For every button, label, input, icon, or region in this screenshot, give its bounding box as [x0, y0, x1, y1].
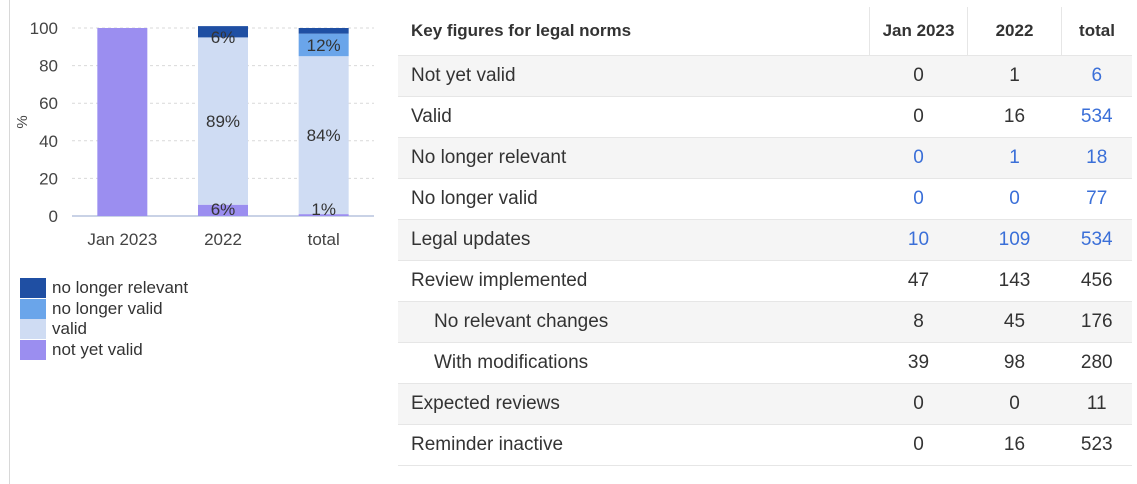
- y-axis-label: %: [14, 115, 31, 128]
- value-link[interactable]: 534: [1061, 219, 1132, 261]
- table-row: Not yet valid 0 1 6: [398, 55, 1132, 97]
- y-tick-label: 40: [39, 132, 58, 151]
- value-cell: 143: [967, 260, 1062, 302]
- row-label: Legal updates: [398, 219, 870, 261]
- legend-swatch: [20, 278, 46, 299]
- y-tick-label: 60: [39, 94, 58, 113]
- value-link[interactable]: 0: [869, 178, 968, 220]
- table-row: Expected reviews 0 0 11: [398, 383, 1132, 425]
- legend-item[interactable]: not yet valid: [20, 339, 188, 361]
- table-header-row: Key figures for legal norms Jan 2023 202…: [398, 7, 1132, 56]
- column-header-total: total: [1061, 7, 1132, 56]
- bar-segment: [97, 28, 148, 216]
- value-cell: 0: [967, 383, 1062, 425]
- x-tick-label: total: [308, 230, 340, 249]
- table-row: No longer relevant 0 1 18: [398, 137, 1132, 179]
- legend-label: no longer valid: [52, 298, 163, 318]
- row-label: Expected reviews: [398, 383, 870, 425]
- table-row: Reminder inactive 0 16 523: [398, 424, 1132, 466]
- value-cell: 523: [1061, 424, 1132, 466]
- row-label: Not yet valid: [398, 55, 870, 97]
- value-cell: 0: [869, 96, 968, 138]
- row-label: With modifications: [398, 342, 870, 384]
- column-header-2022: 2022: [967, 7, 1062, 56]
- x-tick-label: Jan 2023: [87, 230, 157, 249]
- table-row: No relevant changes 8 45 176: [398, 301, 1132, 343]
- legend-swatch: [20, 339, 46, 360]
- chart-legend: no longer relevant no longer valid valid no…: [20, 278, 188, 360]
- value-link[interactable]: 1: [967, 137, 1062, 179]
- row-label: No longer valid: [398, 178, 870, 220]
- table-row: No longer valid 0 0 77: [398, 178, 1132, 220]
- value-cell: 0: [869, 383, 968, 425]
- data-label: 84%: [307, 126, 341, 145]
- legend-swatch: [20, 319, 46, 340]
- value-link[interactable]: 6: [1061, 55, 1132, 97]
- value-link[interactable]: 10: [869, 219, 968, 261]
- data-label: 89%: [206, 112, 240, 131]
- value-cell: 16: [967, 96, 1062, 138]
- y-tick-label: 20: [39, 169, 58, 188]
- data-label: 1%: [311, 200, 336, 219]
- key-figures-table: Key figures for legal norms Jan 2023 202…: [398, 7, 1132, 466]
- y-tick-label: 100: [30, 19, 58, 38]
- value-link[interactable]: 109: [967, 219, 1062, 261]
- y-tick-label: 0: [49, 207, 58, 226]
- value-link[interactable]: 77: [1061, 178, 1132, 220]
- value-link[interactable]: 0: [869, 137, 968, 179]
- value-cell: 98: [967, 342, 1062, 384]
- row-label: Valid: [398, 96, 870, 138]
- value-link[interactable]: 0: [967, 178, 1062, 220]
- legend-item[interactable]: no longer relevant: [20, 278, 188, 299]
- row-label: Reminder inactive: [398, 424, 870, 466]
- x-tick-label: 2022: [204, 230, 242, 249]
- table-row: Review implemented 47 143 456: [398, 260, 1132, 302]
- table-row: With modifications 39 98 280: [398, 342, 1132, 384]
- value-cell: 0: [869, 55, 968, 97]
- y-tick-label: 80: [39, 57, 58, 76]
- row-label: No longer relevant: [398, 137, 870, 179]
- value-cell: 47: [869, 260, 968, 302]
- legend-item[interactable]: valid: [20, 319, 188, 340]
- data-label: 6%: [211, 28, 236, 47]
- bar-segment: [298, 28, 349, 34]
- table-title: Key figures for legal norms: [398, 7, 870, 56]
- value-link[interactable]: 534: [1061, 96, 1132, 138]
- legend-label: not yet valid: [52, 339, 143, 359]
- row-label: No relevant changes: [398, 301, 870, 343]
- row-label: Review implemented: [398, 260, 870, 302]
- value-cell: 456: [1061, 260, 1132, 302]
- value-link[interactable]: 18: [1061, 137, 1132, 179]
- value-cell: 45: [967, 301, 1062, 343]
- value-cell: 280: [1061, 342, 1132, 384]
- data-label: 6%: [211, 200, 236, 219]
- column-header-jan-2023: Jan 2023: [869, 7, 968, 56]
- value-cell: 8: [869, 301, 968, 343]
- value-cell: 176: [1061, 301, 1132, 343]
- table-row: Legal updates 10 109 534: [398, 219, 1132, 261]
- legend-item[interactable]: no longer valid: [20, 298, 188, 320]
- legend-label: no longer relevant: [52, 278, 189, 298]
- value-cell: 1: [967, 55, 1062, 97]
- table-row: Valid 0 16 534: [398, 96, 1132, 138]
- data-label: 12%: [307, 36, 341, 55]
- legend-swatch: [20, 298, 46, 319]
- stacked-bar-chart: 0 20 40 60 80 100% Jan 2023 2022 6% 89% 6% total 1% 8…: [14, 19, 374, 249]
- value-cell: 0: [869, 424, 968, 466]
- value-cell: 16: [967, 424, 1062, 466]
- value-cell: 39: [869, 342, 968, 384]
- legend-label: valid: [52, 319, 87, 339]
- value-cell: 11: [1061, 383, 1132, 425]
